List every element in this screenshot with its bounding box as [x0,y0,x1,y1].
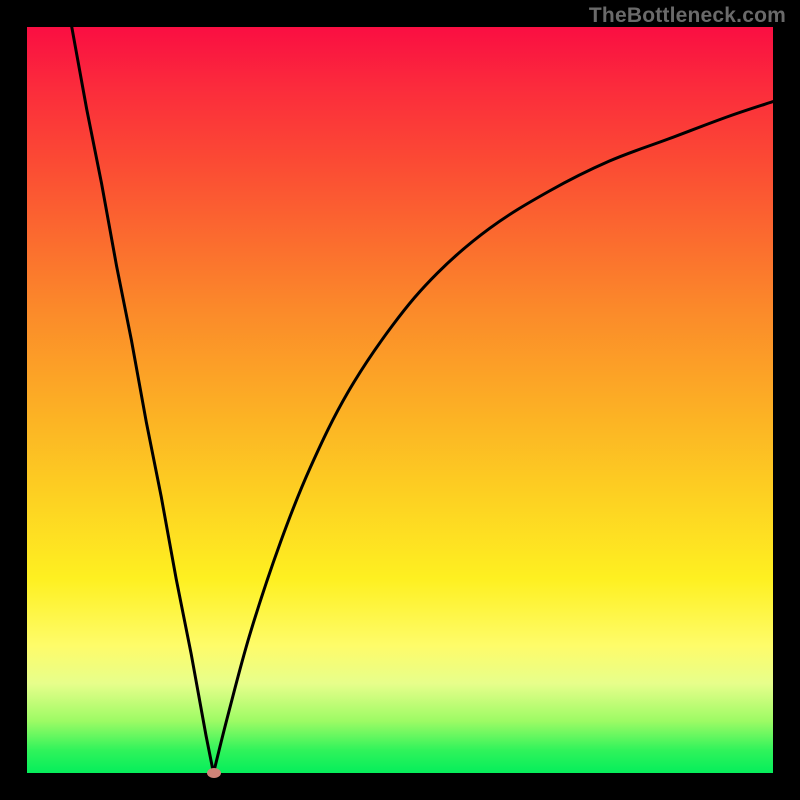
bottleneck-curve [72,27,773,773]
plot-area [27,27,773,773]
curve-svg [27,27,773,773]
minimum-dot [207,768,221,778]
attribution-text: TheBottleneck.com [589,4,786,28]
chart-frame: TheBottleneck.com [0,0,800,800]
